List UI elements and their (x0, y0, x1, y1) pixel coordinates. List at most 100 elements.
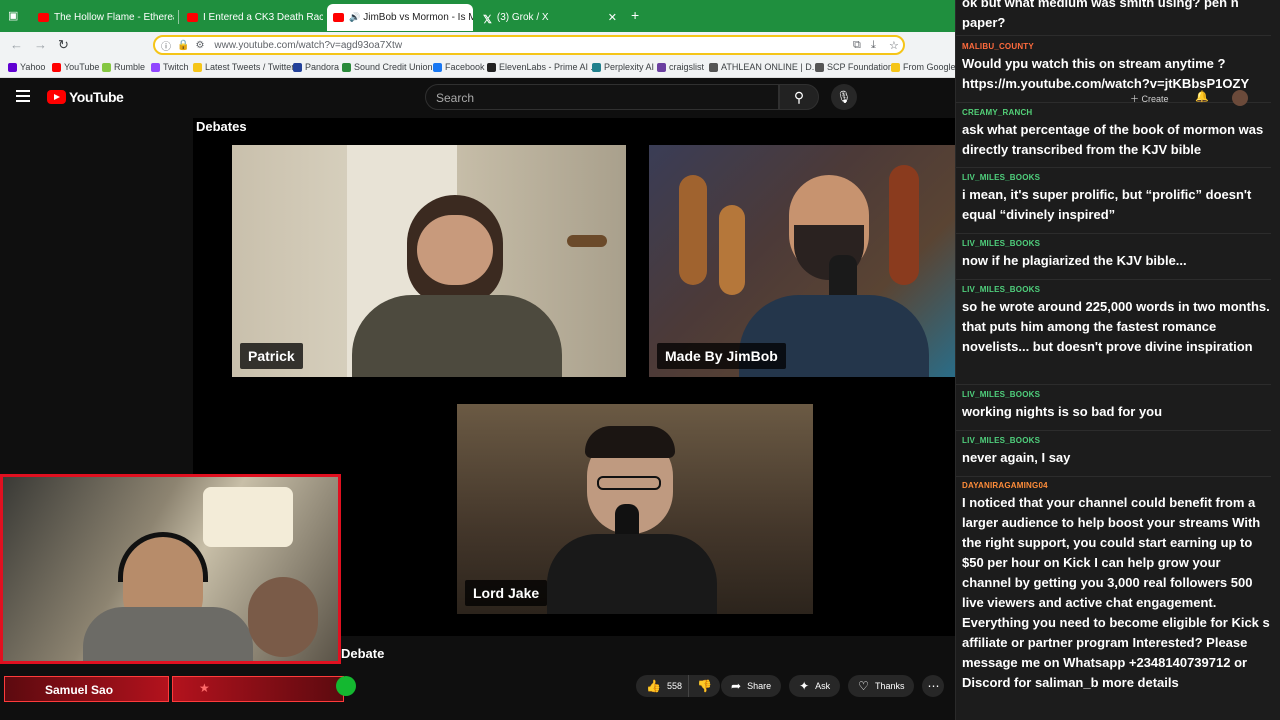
bookmark-google[interactable]: From Google C (891, 62, 965, 72)
x-icon: 𝕏 (483, 13, 492, 26)
bookmark-pandora[interactable]: Pandora (293, 62, 339, 72)
youtube-icon (52, 62, 61, 72)
tab-title: The Hollow Flame - Ethereal Da (54, 11, 174, 23)
chat-message: LIV_MILES_BOOKS now if he plagiarized th… (962, 239, 1270, 271)
share-icon: ➦ (731, 679, 742, 693)
like-dislike-group: 👍 558 👎 (636, 675, 728, 697)
youtube-icon (38, 12, 49, 22)
search-icon: ⚲ (793, 89, 805, 105)
plus-icon: ＋ (1130, 94, 1140, 104)
back-icon[interactable]: ← (10, 37, 23, 52)
chat-username[interactable]: LIV_MILES_BOOKS (962, 285, 1270, 294)
tab-actions-icon[interactable]: ▣ (8, 9, 18, 22)
bookmark-facebook[interactable]: Facebook (433, 62, 485, 72)
info-icon[interactable]: ⓘ (161, 38, 171, 53)
second-person (248, 577, 318, 657)
share-button[interactable]: ➦ Share (721, 675, 782, 697)
chat-divider (956, 167, 1271, 168)
participant-name: Patrick (240, 343, 303, 369)
chat-username[interactable]: MALIBU_COUNTY (962, 42, 1270, 51)
thanks-label: Thanks (874, 681, 905, 691)
bookmark-yahoo[interactable]: Yahoo (8, 62, 45, 72)
microphone-icon: 🎙 (836, 90, 852, 104)
site-settings-icon[interactable]: ⚙ (195, 40, 204, 51)
chat-divider (956, 102, 1271, 103)
notifications-icon[interactable]: 🔔 (1195, 90, 1209, 103)
chat-message-text: never again, I say (962, 450, 1071, 465)
voice-search-button[interactable]: 🎙 (831, 84, 857, 110)
reload-icon[interactable]: ↻ (58, 37, 69, 53)
avatar[interactable] (1232, 90, 1248, 106)
yahoo-icon (8, 62, 17, 72)
bookmark-elevenlabs[interactable]: ElevenLabs - Prime AI ... (487, 62, 598, 72)
chat-username[interactable]: CREAMY_RANCH (962, 108, 1270, 117)
live-indicator (336, 676, 356, 696)
chat-username[interactable]: DAYANIRAGAMING04 (962, 481, 1270, 490)
thumbs-down-icon: 👎 (696, 679, 712, 693)
url-bar[interactable]: ⓘ 🔒 ⚙ www.youtube.com/watch?v=agd93oa7Xt… (153, 35, 905, 55)
youtube-icon (333, 13, 344, 22)
bookmark-label: Latest Tweets / Twitter (205, 62, 295, 72)
open-in-app-icon[interactable]: ⧉ (853, 39, 861, 52)
menu-icon[interactable] (16, 90, 30, 102)
chat-username[interactable]: LIV_MILES_BOOKS (962, 390, 1270, 399)
screen: ▣ The Hollow Flame - Ethereal Da ✕ I Ent… (0, 0, 1280, 720)
bookmark-rumble[interactable]: Rumble (102, 62, 145, 72)
tab-jimbob-vs-mormon[interactable]: 🔊 JimBob vs Mormon - Is Mo ✕ (327, 4, 473, 31)
like-count: 558 (666, 681, 682, 691)
create-button[interactable]: ＋ Create (1130, 92, 1169, 105)
chat-username[interactable]: LIV_MILES_BOOKS (962, 436, 1270, 445)
ask-button[interactable]: ✦ Ask (789, 675, 841, 697)
bookmark-scp[interactable]: SCP Foundation (815, 62, 893, 72)
thanks-button[interactable]: ♡ Thanks (848, 675, 915, 697)
tab-grok-x[interactable]: 𝕏 (3) Grok / X ✕ (477, 5, 623, 29)
dislike-button[interactable]: 👎 (687, 675, 720, 697)
globe-icon (709, 62, 718, 72)
twitch-icon (151, 62, 160, 72)
bookmark-craigslist[interactable]: craigslist (657, 62, 704, 72)
bookmark-perplexity[interactable]: Perplexity AI (592, 62, 654, 72)
camera-feed-lord-jake: Lord Jake (457, 404, 813, 614)
share-label: Share (747, 681, 772, 691)
chat-message-text: working nights is so bad for you (962, 404, 1163, 419)
search-input[interactable]: Search (425, 84, 779, 110)
search-button[interactable]: ⚲ (779, 84, 819, 110)
participant-name: Made By JimBob (657, 343, 786, 369)
close-icon[interactable]: ✕ (608, 11, 617, 24)
tab-hollow-flame[interactable]: The Hollow Flame - Ethereal Da ✕ (32, 5, 174, 29)
bookmark-label: Yahoo (20, 62, 46, 72)
streamer-webcam (0, 474, 341, 664)
bookmark-athlean[interactable]: ATHLEAN ONLINE | D... (709, 62, 819, 72)
streamer-name-plate: Samuel Sao (4, 676, 169, 702)
lamp-glow (203, 487, 293, 547)
like-button[interactable]: 👍 558 (636, 675, 688, 697)
chat-divider (956, 35, 1271, 36)
bookmark-sound-cu[interactable]: Sound Credit Union (342, 62, 433, 72)
speaker-icon: 🔊 (349, 12, 361, 22)
more-actions-button[interactable]: ⋯ (922, 675, 945, 697)
folder-icon (193, 62, 202, 72)
bookmark-twitter[interactable]: Latest Tweets / Twitter (193, 62, 294, 72)
bookmark-youtube[interactable]: YouTube (52, 62, 99, 72)
address-bar-row: ← → ↻ ⓘ 🔒 ⚙ www.youtube.com/watch?v=agd9… (0, 32, 955, 58)
chat-divider (956, 233, 1271, 234)
chat-divider (956, 476, 1271, 477)
tab-title: I Entered a CK3 Death Race Ag (203, 11, 323, 23)
download-icon[interactable]: ⤓ (871, 39, 876, 52)
new-tab-button[interactable]: + (631, 7, 639, 23)
player-title: Debates (196, 119, 247, 134)
bookmark-label: Twitch (163, 62, 189, 72)
chat-username[interactable]: LIV_MILES_BOOKS (962, 173, 1270, 182)
youtube-logo[interactable]: YouTube (47, 89, 124, 105)
tab-ck3-death-race[interactable]: I Entered a CK3 Death Race Ag ✕ (181, 5, 323, 29)
forward-icon[interactable]: → (34, 37, 47, 52)
chat-message-text: ok but what medium was smith using? pen … (962, 0, 1239, 30)
chat-username[interactable]: LIV_MILES_BOOKS (962, 239, 1270, 248)
chat-message-text: I noticed that your channel could benefi… (962, 495, 1270, 690)
person-shirt (83, 607, 253, 661)
bookmark-label: Perplexity AI (604, 62, 655, 72)
thanks-icon: ♡ (858, 679, 869, 693)
bookmark-twitch[interactable]: Twitch (151, 62, 189, 72)
person-shirt (547, 534, 717, 614)
bookmark-star-icon[interactable]: ☆ (889, 39, 899, 52)
